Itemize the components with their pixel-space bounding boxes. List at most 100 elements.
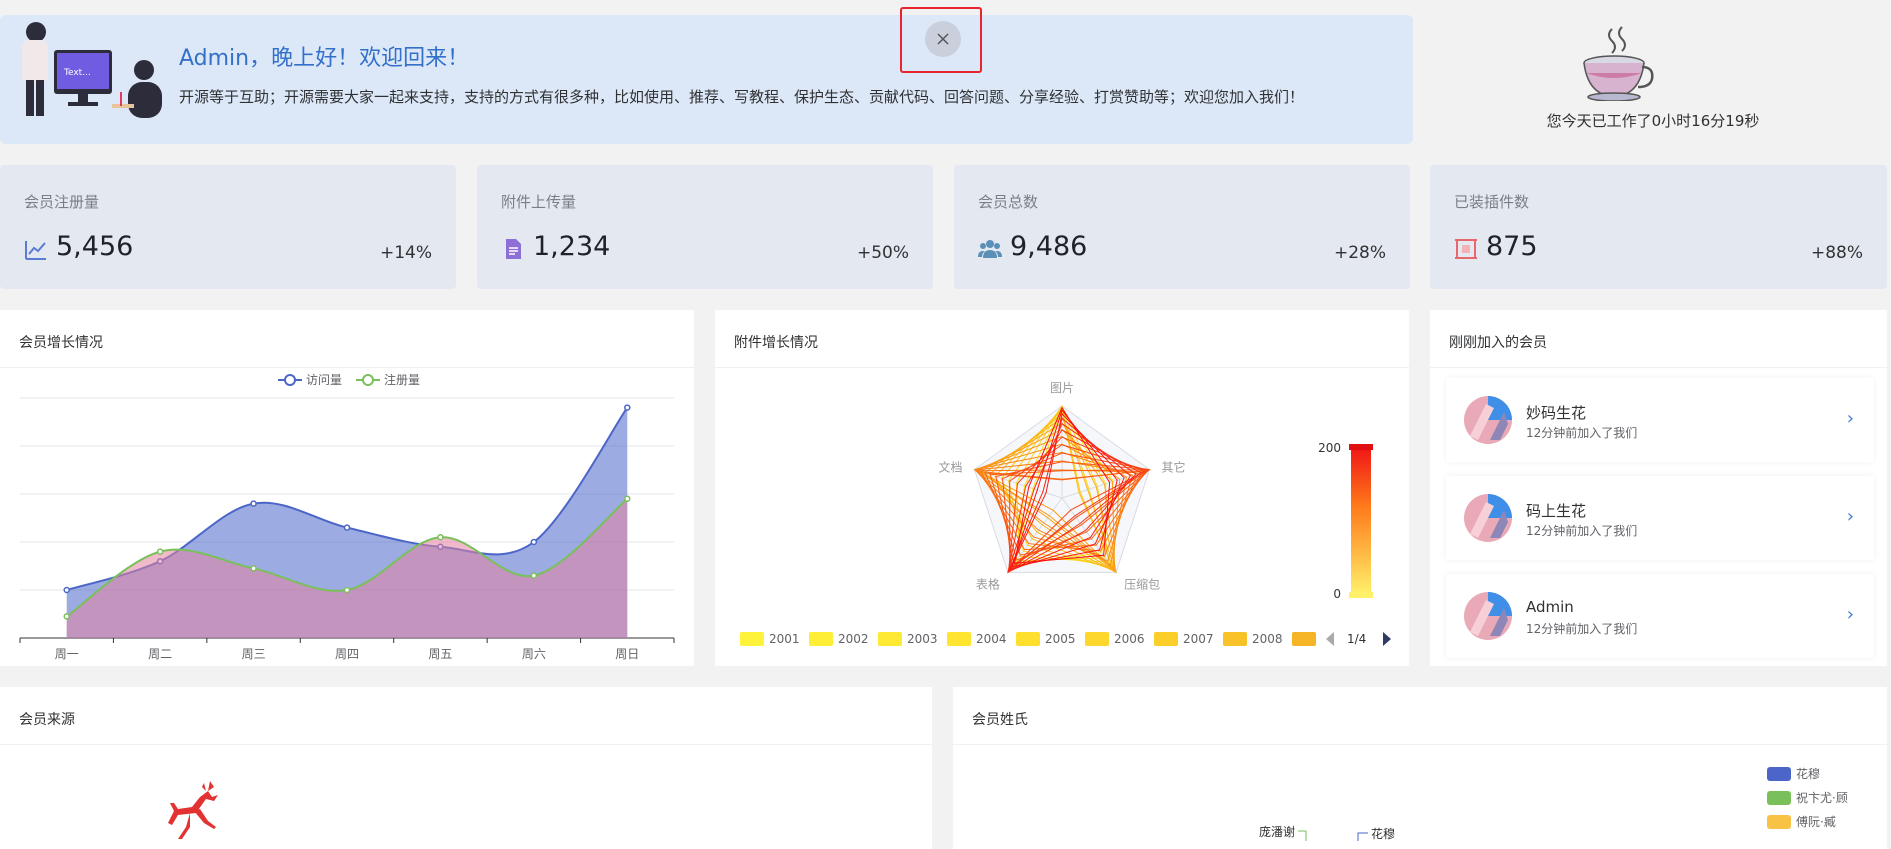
legend-prev-icon	[1326, 632, 1334, 646]
radar-indicator-label: 表格	[976, 576, 1000, 591]
stat-card-plugins: 已装插件数 875 +88%	[1430, 165, 1887, 289]
panel-divider	[0, 744, 932, 745]
data-point	[624, 495, 631, 503]
x-tick-label: 周一	[55, 647, 79, 661]
radar-indicator-label: 文档	[938, 460, 962, 475]
legend-marker	[362, 374, 374, 386]
data-point	[530, 538, 538, 546]
panel-title: 会员姓氏	[972, 712, 1028, 728]
legend-label: 祝卞尤·顾	[1796, 791, 1848, 805]
legend-label: 2008	[1252, 632, 1283, 646]
legend-label: 傅阮·臧	[1796, 814, 1836, 829]
data-point	[343, 524, 351, 531]
data-point	[437, 533, 444, 541]
member-join-time: 12分钟前加入了我们	[1526, 622, 1638, 636]
member-name: Admin	[1526, 598, 1574, 616]
x-tick-label: 周日	[615, 647, 639, 661]
legend-label: 2005	[1045, 632, 1076, 646]
welcome-illustration: Text...	[22, 22, 162, 118]
stat-card-uploads: 附件上传量 1,234 +50%	[477, 165, 933, 289]
avatar	[1464, 494, 1512, 542]
legend-swatch	[809, 632, 833, 646]
data-point	[624, 404, 631, 411]
panel-title: 附件增长情况	[734, 335, 818, 351]
stat-label: 附件上传量	[501, 193, 577, 211]
plugin-icon	[1455, 239, 1477, 259]
chevron-right-icon: ›	[1846, 604, 1854, 625]
welcome-banner	[0, 15, 1413, 144]
legend-page-indicator: 1/4	[1347, 632, 1366, 646]
radar-indicator-label: 压缩包	[1124, 576, 1160, 591]
member-list-item[interactable]: Admin 12分钟前加入了我们 ›	[1446, 574, 1874, 658]
stat-value: 875	[1486, 231, 1538, 262]
legend-swatch	[1767, 791, 1791, 805]
legend-swatch	[1292, 632, 1316, 646]
close-button[interactable]	[925, 21, 961, 57]
legend-swatch	[878, 632, 902, 646]
legend-swatch	[1767, 815, 1791, 829]
member-name: 码上生花	[1526, 502, 1587, 520]
line-chart-icon	[25, 241, 46, 260]
legend-swatch	[1767, 767, 1791, 781]
file-icon	[506, 239, 521, 259]
data-point	[250, 565, 257, 572]
attachment-growth-panel: 附件增长情况 图片 其它 压缩包 表格 文档 200 0 2001 2002 2003 2004 20…	[715, 310, 1409, 666]
legend-swatch	[1154, 632, 1178, 646]
tree-node-label: 庞潘谢	[1259, 824, 1295, 839]
welcome-title: Admin，晚上好！欢迎回来！	[179, 46, 470, 71]
stat-percent: +28%	[1333, 243, 1386, 263]
x-tick-label: 周三	[242, 647, 266, 661]
chevron-right-icon: ›	[1846, 408, 1854, 429]
surname-tree-chart: 花穆祝卞尤·顾傅阮·臧庞潘谢 花穆	[1259, 766, 1848, 841]
legend-label: 花穆	[1796, 766, 1820, 781]
data-point	[63, 613, 70, 620]
panel-divider	[1430, 367, 1887, 368]
stat-percent: +88%	[1810, 243, 1863, 263]
radar-indicator-label: 其它	[1161, 460, 1185, 475]
panel-title: 刚刚加入的会员	[1449, 335, 1547, 351]
member-join-time: 12分钟前加入了我们	[1526, 524, 1638, 538]
chevron-right-icon: ›	[1846, 506, 1854, 527]
legend-swatch	[947, 632, 971, 646]
visual-map-max: 200	[1318, 441, 1341, 455]
welcome-subtitle: 开源等于互助；开源需要大家一起来支持，支持的方式有很多种，比如使用、推荐、写教程…	[179, 88, 1305, 106]
member-list-item[interactable]: 妙码生花 12分钟前加入了我们 ›	[1446, 378, 1874, 462]
member-growth-chart: 周一 周二 周三 周四 周五 周六 周日 访问量 注册量	[19, 372, 675, 661]
legend-swatch	[1085, 632, 1109, 646]
deer-icon	[168, 781, 218, 839]
stat-percent: +50%	[856, 243, 909, 263]
member-surname-panel: 会员姓氏 花穆 祝卞尤·顾 傅阮·臧 庞潘谢 花穆	[953, 687, 1887, 849]
data-point	[530, 572, 538, 579]
users-icon	[978, 240, 1002, 258]
tree-link	[1357, 832, 1368, 841]
member-name: 妙码生花	[1526, 404, 1587, 422]
attachment-radar-chart: 图片其它压缩包表格文档20002001 2002 2003 2004 2005 2006 2…	[740, 381, 1391, 646]
member-join-time: 12分钟前加入了我们	[1526, 426, 1638, 440]
visual-map-min: 0	[1333, 587, 1341, 601]
avatar	[1464, 592, 1512, 640]
data-point	[63, 586, 70, 594]
visual-map-handle	[1349, 444, 1373, 450]
data-point	[156, 548, 164, 555]
legend-label: 2007	[1183, 632, 1214, 646]
member-growth-panel: 会员增长情况 周一 周二 周三 周四 周五 周六 周日 访问量 注册量	[0, 310, 694, 666]
x-tick-label: 周六	[522, 647, 546, 661]
member-list-item[interactable]: 码上生花 12分钟前加入了我们 ›	[1446, 476, 1874, 560]
stat-value: 5,456	[56, 231, 134, 262]
visual-map-handle	[1349, 592, 1373, 598]
data-point	[343, 586, 351, 594]
coffee-cup-icon	[1583, 26, 1654, 101]
legend-label: 访问量	[306, 373, 342, 387]
stat-percent: +14%	[379, 243, 432, 263]
avatar	[1464, 396, 1512, 444]
panel-title: 会员增长情况	[19, 335, 103, 351]
tree-node-label: 花穆	[1371, 826, 1395, 841]
legend-marker	[284, 374, 296, 386]
stat-label: 已装插件数	[1454, 193, 1530, 211]
close-icon	[937, 33, 949, 45]
legend-label: 2003	[907, 632, 938, 646]
x-tick-label: 周二	[148, 647, 172, 661]
visual-map-bar	[1351, 448, 1371, 594]
stat-card-registrations: 会员注册量 5,456 +14%	[0, 165, 456, 289]
illustration-text: Text...	[63, 68, 91, 78]
